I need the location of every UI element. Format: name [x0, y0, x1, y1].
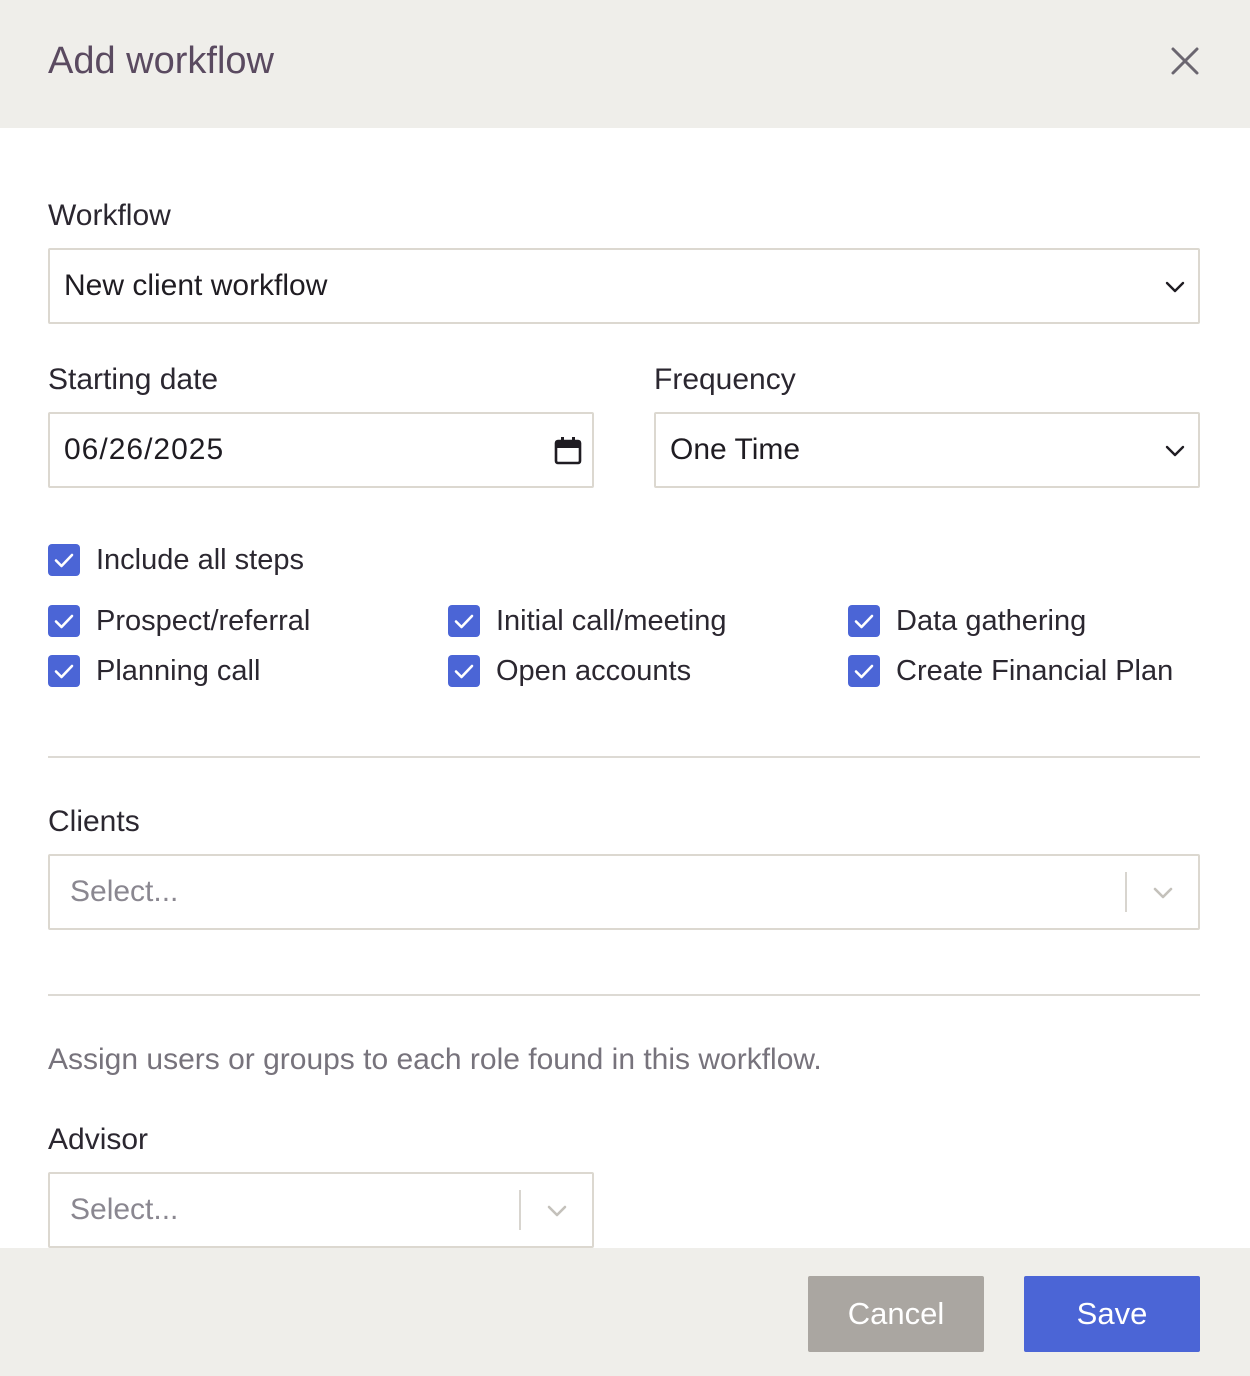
close-icon	[1171, 47, 1199, 75]
section-divider	[48, 994, 1200, 996]
starting-date-label: Starting date	[48, 363, 219, 396]
select-separator	[519, 1190, 521, 1230]
step-label-create-financial-plan: Create Financial Plan	[896, 655, 1174, 687]
workflow-select-value: New client workflow	[64, 269, 328, 302]
clients-select[interactable]: Select...	[48, 854, 1200, 930]
check-icon	[54, 553, 74, 568]
check-icon	[854, 664, 874, 679]
dialog-header: Add workflow	[0, 0, 1250, 128]
workflow-label: Workflow	[48, 199, 171, 232]
workflow-select[interactable]: New client workflow	[48, 248, 1200, 324]
starting-date-input[interactable]: 06/26/2025	[48, 412, 594, 488]
step-label-initial-call: Initial call/meeting	[496, 605, 727, 637]
advisor-select-placeholder: Select...	[70, 1193, 179, 1226]
step-checkbox-open-accounts[interactable]	[448, 655, 480, 687]
frequency-select[interactable]: One Time	[654, 412, 1200, 488]
include-all-steps-label: Include all steps	[96, 544, 304, 576]
check-icon	[54, 664, 74, 679]
step-checkbox-initial-call[interactable]	[448, 605, 480, 637]
advisor-select[interactable]: Select...	[48, 1172, 594, 1248]
chevron-down-icon	[547, 1205, 567, 1217]
add-workflow-dialog: Add workflow Workflow New client workflo…	[0, 0, 1250, 1376]
step-checkbox-planning-call[interactable]	[48, 655, 80, 687]
advisor-label: Advisor	[48, 1123, 149, 1156]
clients-select-placeholder: Select...	[70, 875, 179, 908]
step-label-open-accounts: Open accounts	[496, 655, 692, 687]
check-icon	[454, 664, 474, 679]
chevron-down-icon	[1165, 445, 1185, 457]
include-all-steps-checkbox[interactable]	[48, 544, 80, 576]
calendar-icon[interactable]	[554, 436, 582, 466]
close-button[interactable]	[1164, 40, 1206, 82]
frequency-select-value: One Time	[670, 433, 801, 466]
roles-hint-text: Assign users or groups to each role foun…	[48, 1043, 822, 1076]
frequency-label: Frequency	[654, 363, 796, 396]
step-label-planning-call: Planning call	[96, 655, 261, 687]
step-label-prospect-referral: Prospect/referral	[96, 605, 311, 637]
starting-date-value: 06/26/2025	[64, 433, 225, 466]
chevron-down-icon	[1153, 887, 1173, 899]
select-separator	[1125, 872, 1127, 912]
check-icon	[854, 614, 874, 629]
check-icon	[454, 614, 474, 629]
check-icon	[54, 614, 74, 629]
step-checkbox-data-gathering[interactable]	[848, 605, 880, 637]
cancel-button[interactable]: Cancel	[808, 1276, 984, 1352]
step-checkbox-prospect-referral[interactable]	[48, 605, 80, 637]
dialog-title: Add workflow	[48, 40, 274, 82]
step-checkbox-create-financial-plan[interactable]	[848, 655, 880, 687]
clients-label: Clients	[48, 805, 140, 838]
step-label-data-gathering: Data gathering	[896, 605, 1087, 637]
save-button[interactable]: Save	[1024, 1276, 1200, 1352]
dialog-footer: Cancel Save	[0, 1248, 1250, 1376]
chevron-down-icon	[1165, 281, 1185, 293]
section-divider	[48, 756, 1200, 758]
